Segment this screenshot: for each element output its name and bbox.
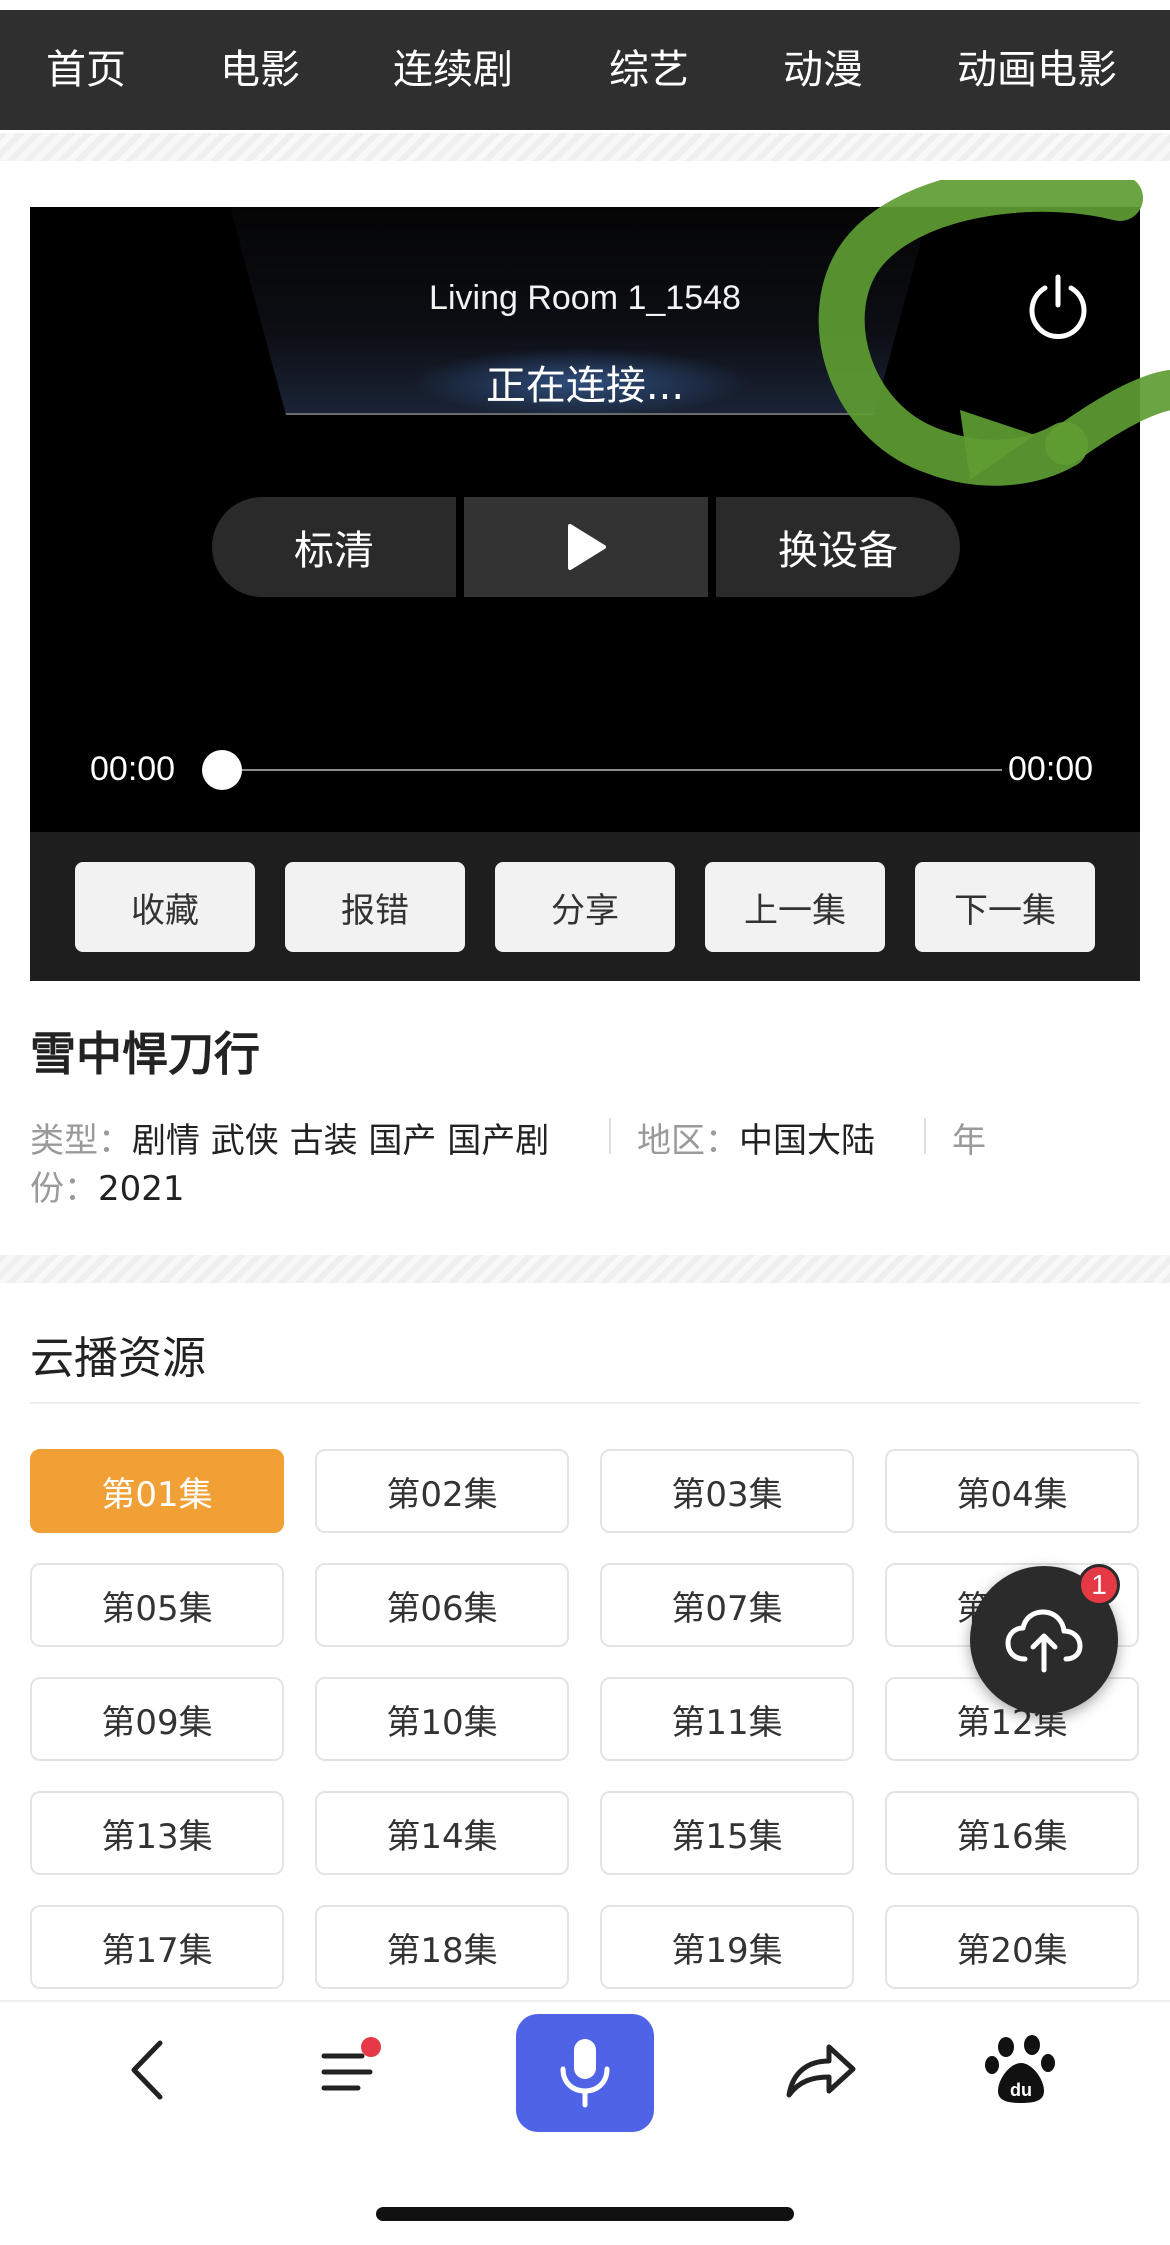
episode-button[interactable]: 第10集 <box>315 1677 569 1761</box>
episode-button[interactable]: 第06集 <box>315 1563 569 1647</box>
episode-button[interactable]: 第17集 <box>30 1905 284 1989</box>
divider-stripe <box>0 1255 1170 1283</box>
episode-button[interactable]: 第01集 <box>30 1449 284 1533</box>
svg-text:du: du <box>1010 2080 1032 2100</box>
divider-stripe <box>0 133 1170 161</box>
nav-item-anime[interactable]: 动漫 <box>783 10 863 130</box>
episode-button[interactable]: 第03集 <box>600 1449 854 1533</box>
episode-button[interactable]: 第13集 <box>30 1791 284 1875</box>
previous-episode-button[interactable]: 上一集 <box>705 862 885 952</box>
genre-values: 剧情 武侠 古装 国产 国产剧 <box>132 1121 550 1161</box>
episode-button[interactable]: 第18集 <box>315 1905 569 1989</box>
current-time: 00:00 <box>90 750 176 788</box>
player-actions-bar: 收藏 报错 分享 上一集 下一集 <box>30 832 1140 981</box>
home-indicator[interactable] <box>376 2207 794 2221</box>
cast-controls: 标清 换设备 <box>212 497 960 597</box>
switch-device-button[interactable]: 换设备 <box>716 497 960 597</box>
baidu-paw-icon[interactable]: du <box>976 2020 1066 2120</box>
favorite-button[interactable]: 收藏 <box>75 862 255 952</box>
episode-button[interactable]: 第19集 <box>600 1905 854 1989</box>
episode-button[interactable]: 第20集 <box>885 1905 1139 1989</box>
region-label: 地区： <box>637 1121 739 1161</box>
episode-button[interactable]: 第16集 <box>885 1791 1139 1875</box>
share-icon[interactable] <box>776 2020 866 2120</box>
share-button[interactable]: 分享 <box>495 862 675 952</box>
year-value: 2021 <box>98 1169 185 1209</box>
nav-item-series[interactable]: 连续剧 <box>393 10 513 130</box>
episode-button[interactable]: 第15集 <box>600 1791 854 1875</box>
top-nav: 首页 电影 连续剧 综艺 动漫 动画电影 <box>0 10 1170 130</box>
cloud-upload-icon <box>1005 1609 1083 1673</box>
back-icon[interactable] <box>102 2020 192 2120</box>
annotation-circle <box>818 180 1170 486</box>
episode-button[interactable]: 第11集 <box>600 1677 854 1761</box>
progress-track[interactable] <box>222 769 1002 771</box>
report-error-button[interactable]: 报错 <box>285 862 465 952</box>
nav-item-animated-movies[interactable]: 动画电影 <box>957 10 1117 130</box>
voice-search-button[interactable] <box>516 2014 654 2132</box>
nav-item-variety[interactable]: 综艺 <box>609 10 689 130</box>
play-icon <box>568 524 606 570</box>
progress-knob[interactable] <box>202 750 242 790</box>
next-episode-button[interactable]: 下一集 <box>915 862 1095 952</box>
episode-button[interactable]: 第02集 <box>315 1449 569 1533</box>
quality-button[interactable]: 标清 <box>212 497 456 597</box>
show-title: 雪中悍刀行 <box>30 1027 260 1081</box>
menu-icon[interactable] <box>303 2020 393 2120</box>
notification-badge: 1 <box>1078 1564 1120 1606</box>
genre-row: 类型：剧情 武侠 古装 国产 国产剧 <box>30 1113 549 1162</box>
region-value: 中国大陆 <box>739 1121 875 1161</box>
episode-button[interactable]: 第07集 <box>600 1563 854 1647</box>
genre-label: 类型： <box>30 1121 132 1161</box>
source-section-title: 云播资源 <box>30 1333 206 1384</box>
region-row: 地区：中国大陆 <box>637 1113 875 1162</box>
year-label: 年 <box>952 1121 986 1161</box>
play-button[interactable] <box>464 497 708 597</box>
episode-button[interactable]: 第05集 <box>30 1563 284 1647</box>
nav-item-home[interactable]: 首页 <box>46 10 126 130</box>
mic-icon <box>560 2039 610 2108</box>
year-row: 份：2021 <box>30 1169 185 1209</box>
total-time: 00:00 <box>1008 750 1094 788</box>
episode-button[interactable]: 第09集 <box>30 1677 284 1761</box>
nav-item-movies[interactable]: 电影 <box>220 10 300 130</box>
episode-button[interactable]: 第14集 <box>315 1791 569 1875</box>
episode-button[interactable]: 第04集 <box>885 1449 1139 1533</box>
